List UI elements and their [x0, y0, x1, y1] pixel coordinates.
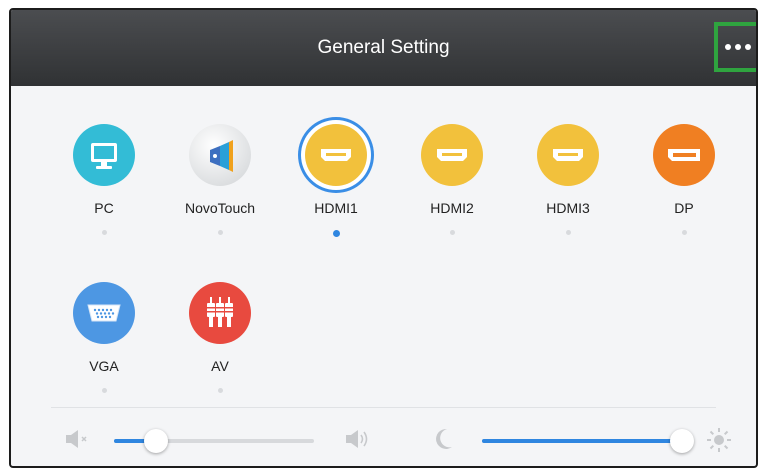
status-dot	[565, 230, 571, 235]
divider	[51, 407, 716, 408]
hdmi-icon	[537, 124, 599, 186]
source-label: NovoTouch	[184, 200, 256, 216]
av-rca-icon	[189, 282, 251, 344]
source-label: DP	[674, 200, 694, 216]
status-dot	[681, 230, 687, 235]
novotouch-icon	[189, 124, 251, 186]
header-bar: General Setting	[11, 10, 756, 86]
source-dp[interactable]: DP	[626, 124, 742, 235]
monitor-icon	[73, 124, 135, 186]
source-label: AV	[211, 358, 229, 374]
moon-icon[interactable]	[432, 427, 454, 456]
source-hdmi2[interactable]: HDMI2	[394, 124, 510, 235]
source-novotouch[interactable]: NovoTouch	[162, 124, 278, 235]
active-dot	[332, 230, 340, 237]
source-hdmi1[interactable]: HDMI1	[278, 124, 394, 237]
hdmi-icon	[421, 124, 483, 186]
status-dot	[101, 388, 107, 393]
volume-mute-icon[interactable]	[65, 429, 91, 454]
page-title: General Setting	[317, 37, 450, 58]
status-dot	[449, 230, 455, 235]
source-label: VGA	[89, 358, 119, 374]
sun-icon[interactable]	[705, 426, 733, 459]
brightness-thumb[interactable]	[670, 429, 694, 453]
source-av[interactable]: AV	[162, 282, 278, 393]
displayport-icon	[653, 124, 715, 186]
source-label: HDMI2	[430, 200, 474, 216]
status-dot	[217, 230, 223, 235]
source-vga[interactable]: VGA	[46, 282, 162, 393]
source-label: PC	[94, 200, 114, 216]
volume-thumb[interactable]	[144, 429, 168, 453]
more-dots-icon	[725, 44, 731, 50]
vga-icon	[73, 282, 135, 344]
source-label: HDMI1	[314, 200, 358, 216]
volume-up-icon[interactable]	[345, 429, 373, 454]
status-dot	[101, 230, 107, 235]
brightness-fill	[482, 439, 682, 443]
status-dot	[217, 388, 223, 393]
source-label: HDMI3	[546, 200, 590, 216]
settings-window: General Setting PC NovoTouch HDMI1 HDMI2	[9, 8, 758, 468]
hdmi-icon	[305, 124, 367, 186]
source-hdmi3[interactable]: HDMI3	[510, 124, 626, 235]
source-pc[interactable]: PC	[46, 124, 162, 235]
more-options-button[interactable]	[714, 22, 756, 72]
